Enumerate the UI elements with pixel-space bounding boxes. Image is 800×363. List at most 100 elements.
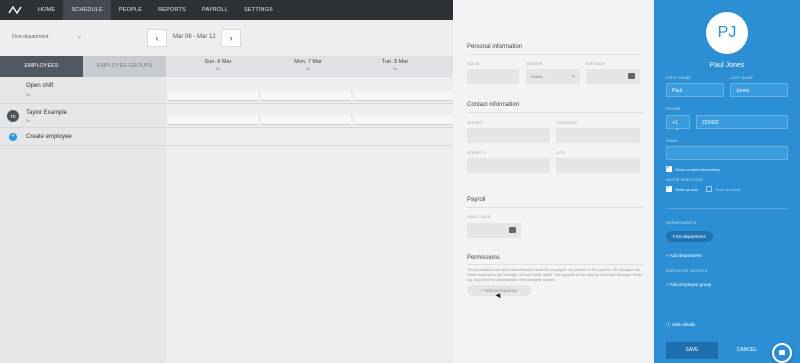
tab-employee-groups[interactable]: EMPLOYEE GROUPS	[83, 56, 166, 77]
send-email-label: Send as email	[715, 187, 741, 192]
section-title: Personal information	[467, 44, 523, 50]
chevron-down-icon: ⌄	[570, 73, 576, 79]
day-label: Sun. 6 Mar	[204, 59, 232, 65]
field-label: DEPARTMENTS	[666, 221, 697, 225]
field-label: TAX ID	[467, 62, 480, 66]
divider	[666, 208, 788, 209]
employee-hours: 0h	[26, 118, 31, 123]
open-shift-hours: 0h	[26, 92, 31, 97]
hide-details-label: Hide details	[671, 322, 696, 327]
divider	[467, 264, 643, 265]
avatar: TE	[7, 110, 19, 122]
field-label: INVITE EMPLOYEE	[666, 178, 704, 182]
prev-week-button[interactable]: ‹	[147, 29, 167, 47]
employee-side-panel: PJ Paul Jones FIRST NAME Paul LAST NAME …	[654, 0, 800, 363]
day-header: Sun. 6 Mar 0h	[173, 59, 263, 71]
field-label: FIRST NAME	[666, 76, 691, 80]
shift-cell[interactable]	[354, 91, 453, 101]
birthday-field[interactable]	[586, 69, 640, 84]
show-contact-label: Show contact information	[675, 167, 720, 172]
permissions-description: The permissions list which administrativ…	[467, 268, 643, 282]
day-label: Tue. 8 Mar	[381, 59, 409, 65]
top-nav: HOME SCHEDULE PEOPLE REPORTS PAYROLL SET…	[0, 0, 453, 20]
hired-date-field[interactable]	[467, 223, 521, 238]
section-title: Permissions	[467, 255, 500, 261]
chevron-right-icon: ›	[229, 33, 233, 43]
nav-payroll[interactable]: PAYROLL	[194, 0, 236, 20]
divider	[467, 207, 643, 208]
shift-cell[interactable]	[261, 115, 351, 125]
tax-id-field[interactable]	[467, 69, 519, 84]
nav-home[interactable]: HOME	[30, 0, 63, 20]
add-employee-group-link[interactable]: + Add employee group	[666, 282, 711, 287]
section-title: Contact information	[467, 102, 520, 108]
day-hours: 0h	[305, 66, 311, 71]
employee-name[interactable]: Taylor Example	[26, 110, 67, 116]
save-button[interactable]: SAVE	[666, 342, 718, 359]
last-name-field[interactable]: Jones	[730, 83, 788, 97]
day-hours: 0h	[215, 66, 221, 71]
nav-reports[interactable]: REPORTS	[150, 0, 194, 20]
calendar-icon[interactable]	[509, 227, 516, 233]
schedule-toolbar: First department ⌄ ‹ Mar 06 - Mar 12 ›	[0, 20, 453, 56]
field-label: LAST NAME	[730, 76, 754, 80]
avatar[interactable]: PJ	[706, 12, 748, 54]
field-label: GENDER	[526, 62, 543, 66]
chat-icon[interactable]	[772, 343, 792, 363]
send-sms-checkbox[interactable]	[666, 184, 672, 192]
field-label: BIRTHDAY	[586, 62, 606, 66]
info-icon: ⓘ	[666, 322, 671, 327]
department-tag[interactable]: First department	[666, 231, 713, 242]
field-label: STREET 2	[467, 151, 486, 155]
shift-cell[interactable]	[168, 115, 258, 125]
field-label: HIRED DATE	[467, 215, 491, 219]
chevron-down-icon: ⌄	[675, 126, 680, 132]
postcode-field[interactable]	[556, 128, 640, 143]
nav-people[interactable]: PEOPLE	[111, 0, 150, 20]
city-field[interactable]	[556, 158, 640, 173]
logo-icon[interactable]	[0, 0, 30, 20]
phone-field[interactable]: 223432	[696, 115, 788, 129]
send-email-checkbox[interactable]	[706, 186, 712, 192]
day-header: Tue. 8 Mar 0h	[350, 59, 440, 71]
shift-cell[interactable]	[168, 91, 258, 101]
department-select[interactable]: First department ⌄	[12, 34, 82, 40]
nav-settings[interactable]: SETTINGS	[236, 0, 281, 20]
send-sms-label: Send as sms	[675, 187, 699, 192]
field-label: CITY	[556, 151, 565, 155]
field-label: PHONE	[666, 107, 681, 111]
create-employee-button[interactable]: Create employee	[26, 134, 72, 140]
cancel-button[interactable]: CANCEL	[724, 342, 770, 359]
day-label: Mon. 7 Mar	[294, 59, 322, 65]
email-field[interactable]	[666, 146, 788, 160]
table-row[interactable]: TE Taylor Example 0h	[0, 104, 453, 128]
divider	[467, 112, 643, 113]
next-week-button[interactable]: ›	[221, 29, 241, 47]
field-label: EMAIL	[666, 139, 679, 143]
open-shift-label: Open shift	[26, 83, 54, 89]
phone-code-select[interactable]: +1 ⌄	[666, 115, 690, 132]
tab-employees[interactable]: EMPLOYEES	[0, 56, 83, 77]
add-department-link[interactable]: + Add department	[666, 253, 702, 258]
chevron-left-icon: ‹	[155, 33, 159, 43]
show-contact-checkbox[interactable]	[666, 164, 672, 172]
hide-details-link[interactable]: ⓘ Hide details	[666, 322, 695, 328]
date-range: Mar 06 - Mar 12	[173, 34, 216, 40]
nav-schedule[interactable]: SCHEDULE	[63, 0, 111, 20]
calendar-icon[interactable]	[628, 73, 635, 79]
grid-header: EMPLOYEES EMPLOYEE GROUPS Sun. 6 Mar 0h …	[0, 56, 453, 77]
first-name-field[interactable]: Paul	[666, 83, 724, 97]
street-field[interactable]	[467, 128, 550, 143]
employee-full-name: Paul Jones	[709, 62, 745, 69]
field-label: POSTCODE	[556, 121, 578, 125]
street2-field[interactable]	[467, 158, 550, 173]
day-hours: 0h	[392, 66, 398, 71]
shift-cell[interactable]	[354, 115, 453, 125]
department-select-value: First department	[12, 34, 49, 40]
field-label: STREET	[467, 121, 483, 125]
gender-select[interactable]: Select... ⌄	[526, 69, 580, 84]
field-label: EMPLOYEE GROUPS	[666, 269, 708, 273]
shift-cell[interactable]	[261, 91, 351, 101]
gender-select-value: Select...	[531, 74, 546, 79]
create-employee-row[interactable]: + Create employee	[0, 128, 453, 146]
